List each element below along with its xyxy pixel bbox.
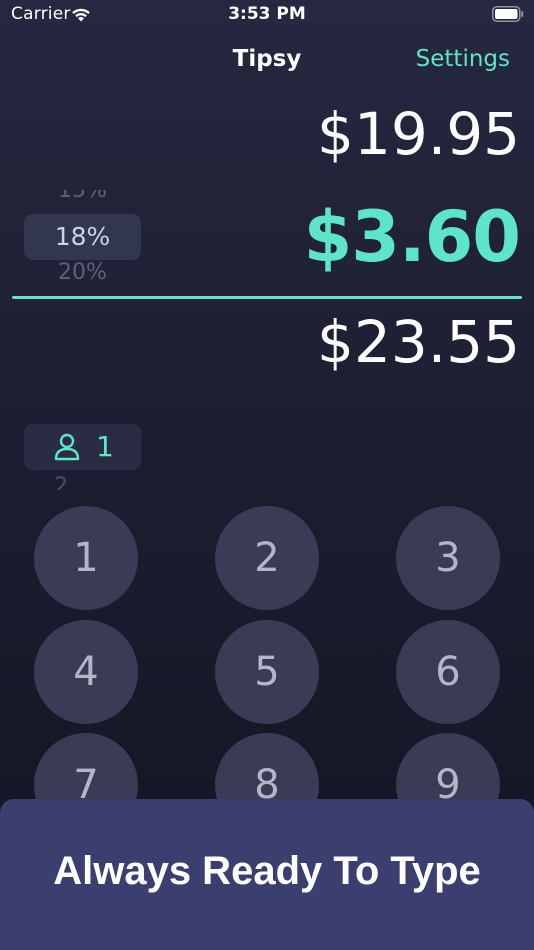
person-icon xyxy=(54,433,80,461)
total-amount: $23.55 xyxy=(317,308,520,376)
tip-option-previous[interactable]: 15% xyxy=(24,190,141,203)
people-count-next[interactable]: 2 xyxy=(54,474,68,490)
bill-amount[interactable]: $19.95 xyxy=(317,100,520,168)
battery-icon xyxy=(492,6,524,22)
tip-option-selected[interactable]: 18% xyxy=(24,222,141,251)
promo-banner-text: Always Ready To Type xyxy=(53,849,481,893)
keypad-key-3[interactable]: 3 xyxy=(396,506,500,610)
status-time: 3:53 PM xyxy=(228,4,306,24)
keypad-key-5[interactable]: 5 xyxy=(215,620,319,724)
tip-percentage-picker[interactable]: 15% 18% 20% xyxy=(24,190,141,282)
people-count-picker[interactable]: 1 2 xyxy=(24,424,141,490)
tip-option-next[interactable]: 20% xyxy=(24,260,141,282)
promo-banner: Always Ready To Type xyxy=(0,799,534,950)
tip-amount: $3.60 xyxy=(303,196,521,278)
total-divider xyxy=(12,296,522,299)
keypad-key-4[interactable]: 4 xyxy=(34,620,138,724)
keypad-key-6[interactable]: 6 xyxy=(396,620,500,724)
settings-button[interactable]: Settings xyxy=(416,46,510,72)
people-count-selected[interactable]: 1 xyxy=(96,430,114,463)
status-bar: Carrier 3:53 PM xyxy=(0,0,534,30)
keypad-key-1[interactable]: 1 xyxy=(34,506,138,610)
people-selection-highlight xyxy=(24,424,141,470)
keypad-key-2[interactable]: 2 xyxy=(215,506,319,610)
